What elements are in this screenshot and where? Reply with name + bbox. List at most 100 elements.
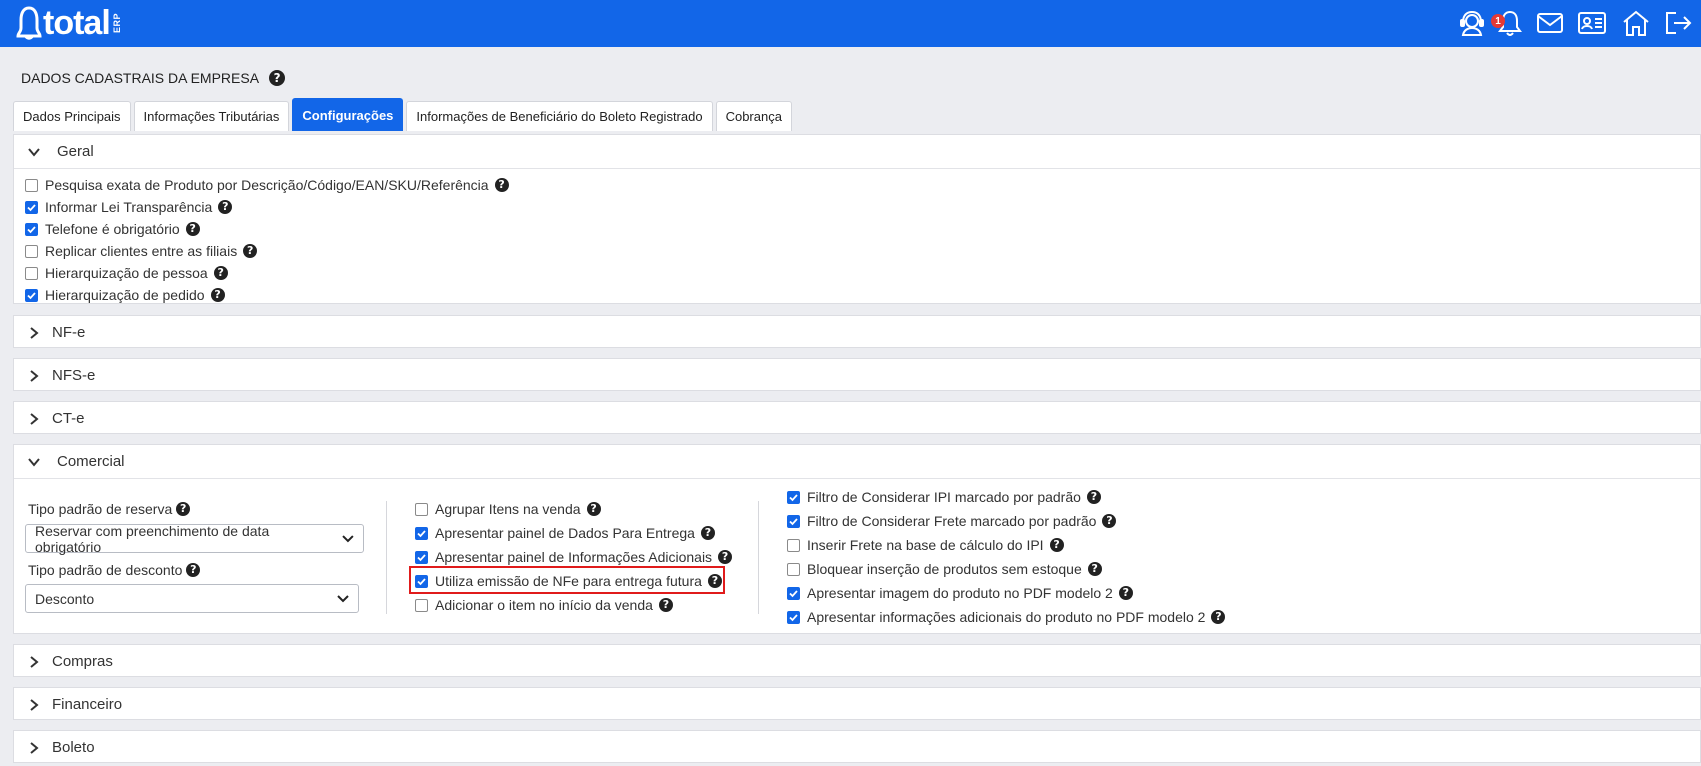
option-dados-entrega[interactable]: Apresentar painel de Dados Para Entrega … xyxy=(415,525,715,541)
chevron-right-icon xyxy=(30,741,39,754)
desconto-select[interactable]: Desconto xyxy=(25,584,359,613)
help-icon[interactable]: ? xyxy=(1102,514,1117,528)
checkbox-unchecked[interactable] xyxy=(787,562,800,576)
help-icon[interactable]: ? xyxy=(269,70,286,86)
checkbox-unchecked[interactable] xyxy=(787,538,800,552)
help-icon[interactable]: ? xyxy=(243,244,258,258)
reserva-label: Tipo padrão de reserva ? xyxy=(28,501,191,517)
option-telefone-obrigatorio[interactable]: Telefone é obrigatório ? xyxy=(25,221,200,237)
option-replicar-clientes[interactable]: Replicar clientes entre as filiais ? xyxy=(25,243,258,259)
option-informacoes-adicionais[interactable]: Apresentar painel de Informações Adicion… xyxy=(415,549,733,565)
help-icon[interactable]: ? xyxy=(718,550,733,564)
help-icon[interactable]: ? xyxy=(185,222,200,236)
option-hierarquizacao-pedido[interactable]: Hierarquização de pedido ? xyxy=(25,287,225,303)
option-label: Apresentar informações adicionais do pro… xyxy=(807,609,1206,625)
checkbox-checked[interactable] xyxy=(25,288,38,302)
help-icon[interactable]: ? xyxy=(176,502,191,516)
tab-dados-principais[interactable]: Dados Principais xyxy=(13,101,131,131)
checkbox-checked[interactable] xyxy=(25,222,38,236)
mail-icon[interactable] xyxy=(1535,8,1565,38)
tab-bar: Dados Principais Informações Tributárias… xyxy=(13,98,795,131)
help-icon[interactable]: ? xyxy=(658,598,673,612)
checkbox-unchecked[interactable] xyxy=(415,598,428,612)
option-imagem-pdf[interactable]: Apresentar imagem do produto no PDF mode… xyxy=(787,585,1133,601)
support-agent-icon[interactable] xyxy=(1457,8,1487,38)
chevron-down-icon xyxy=(342,534,354,542)
section-header-cte[interactable]: CT-e xyxy=(14,402,1700,435)
option-hierarquizacao-pessoa[interactable]: Hierarquização de pessoa ? xyxy=(25,265,228,281)
help-icon[interactable]: ? xyxy=(494,178,509,192)
help-icon[interactable]: ? xyxy=(1087,562,1102,576)
option-agrupar-itens[interactable]: Agrupar Itens na venda ? xyxy=(415,501,601,517)
section-header-boleto[interactable]: Boleto xyxy=(14,731,1700,764)
section-header-financeiro[interactable]: Financeiro xyxy=(14,688,1700,721)
help-icon[interactable]: ? xyxy=(586,502,601,516)
section-header-compras[interactable]: Compras xyxy=(14,645,1700,678)
section-geral: Geral Pesquisa exata de Produto por Desc… xyxy=(13,134,1701,304)
section-title: Financeiro xyxy=(52,696,123,713)
checkbox-unchecked[interactable] xyxy=(25,266,38,280)
section-title: NFS-e xyxy=(52,367,96,384)
page-title-text: DADOS CADASTRAIS DA EMPRESA xyxy=(21,70,260,86)
option-label: Adicionar o item no início da venda xyxy=(435,597,653,613)
section-header-nfe[interactable]: NF-e xyxy=(14,316,1700,349)
help-icon[interactable]: ? xyxy=(1211,610,1226,624)
checkbox-checked[interactable] xyxy=(25,200,38,214)
checkbox-checked[interactable] xyxy=(787,514,800,528)
checkbox-checked[interactable] xyxy=(787,610,800,624)
option-bloquear-sem-estoque[interactable]: Bloquear inserção de produtos sem estoqu… xyxy=(787,561,1102,577)
option-pesquisa-exata[interactable]: Pesquisa exata de Produto por Descrição/… xyxy=(25,177,509,193)
option-label: Bloquear inserção de produtos sem estoqu… xyxy=(807,561,1082,577)
help-icon[interactable]: ? xyxy=(700,526,715,540)
chevron-right-icon xyxy=(30,698,39,711)
tab-beneficiario-boleto[interactable]: Informações de Beneficiário do Boleto Re… xyxy=(406,101,713,131)
section-header-geral[interactable]: Geral xyxy=(14,135,1700,168)
help-icon[interactable]: ? xyxy=(1049,538,1064,552)
help-icon[interactable]: ? xyxy=(186,563,201,577)
help-icon[interactable]: ? xyxy=(213,266,228,280)
option-filtro-frete[interactable]: Filtro de Considerar Frete marcado por p… xyxy=(787,513,1117,529)
checkbox-unchecked[interactable] xyxy=(25,244,38,258)
option-label: Filtro de Considerar Frete marcado por p… xyxy=(807,513,1097,529)
section-nfse: NFS-e xyxy=(13,358,1701,391)
section-body-comercial: Tipo padrão de reserva ? Reservar com pr… xyxy=(14,478,1700,634)
help-icon[interactable]: ? xyxy=(218,200,233,214)
option-label: Filtro de Considerar IPI marcado por pad… xyxy=(807,489,1081,505)
checkbox-unchecked[interactable] xyxy=(415,502,428,516)
logo[interactable]: total ERP xyxy=(16,4,122,42)
checkbox-checked[interactable] xyxy=(415,550,428,564)
section-nfe: NF-e xyxy=(13,315,1701,348)
tab-configuracoes[interactable]: Configurações xyxy=(292,98,404,131)
tab-informacoes-tributarias[interactable]: Informações Tributárias xyxy=(133,101,290,131)
option-label: Replicar clientes entre as filiais xyxy=(45,243,238,259)
section-header-comercial[interactable]: Comercial xyxy=(14,445,1700,478)
option-lei-transparencia[interactable]: Informar Lei Transparência ? xyxy=(25,199,233,215)
checkbox-unchecked[interactable] xyxy=(25,178,38,192)
checkbox-checked[interactable] xyxy=(415,526,428,540)
id-card-icon[interactable] xyxy=(1577,8,1607,38)
logout-icon[interactable] xyxy=(1663,8,1693,38)
chevron-down-icon xyxy=(28,457,40,467)
tab-cobranca[interactable]: Cobrança xyxy=(715,101,792,131)
section-title: Boleto xyxy=(52,739,95,756)
help-icon[interactable]: ? xyxy=(707,574,722,588)
help-icon[interactable]: ? xyxy=(1086,490,1101,504)
reserva-label-text: Tipo padrão de reserva xyxy=(28,501,173,517)
option-info-adicionais-pdf[interactable]: Apresentar informações adicionais do pro… xyxy=(787,609,1226,625)
option-adicionar-item-inicio[interactable]: Adicionar o item no início da venda ? xyxy=(415,597,673,613)
home-icon[interactable] xyxy=(1621,8,1651,38)
checkbox-checked[interactable] xyxy=(787,586,800,600)
checkbox-checked[interactable] xyxy=(787,490,800,504)
option-frete-base-ipi[interactable]: Inserir Frete na base de cálculo do IPI … xyxy=(787,537,1064,553)
section-title: Geral xyxy=(57,143,94,160)
help-icon[interactable]: ? xyxy=(210,288,225,302)
section-header-nfse[interactable]: NFS-e xyxy=(14,359,1700,392)
section-cte: CT-e xyxy=(13,401,1701,434)
option-filtro-ipi[interactable]: Filtro de Considerar IPI marcado por pad… xyxy=(787,489,1101,505)
option-nfe-entrega-futura[interactable]: Utiliza emissão de NFe para entrega futu… xyxy=(415,573,722,589)
section-title: Compras xyxy=(52,653,113,670)
reserva-select[interactable]: Reservar com preenchimento de data obrig… xyxy=(25,523,364,555)
help-icon[interactable]: ? xyxy=(1118,586,1133,600)
checkbox-checked[interactable] xyxy=(415,574,428,588)
option-label: Pesquisa exata de Produto por Descrição/… xyxy=(45,177,489,193)
